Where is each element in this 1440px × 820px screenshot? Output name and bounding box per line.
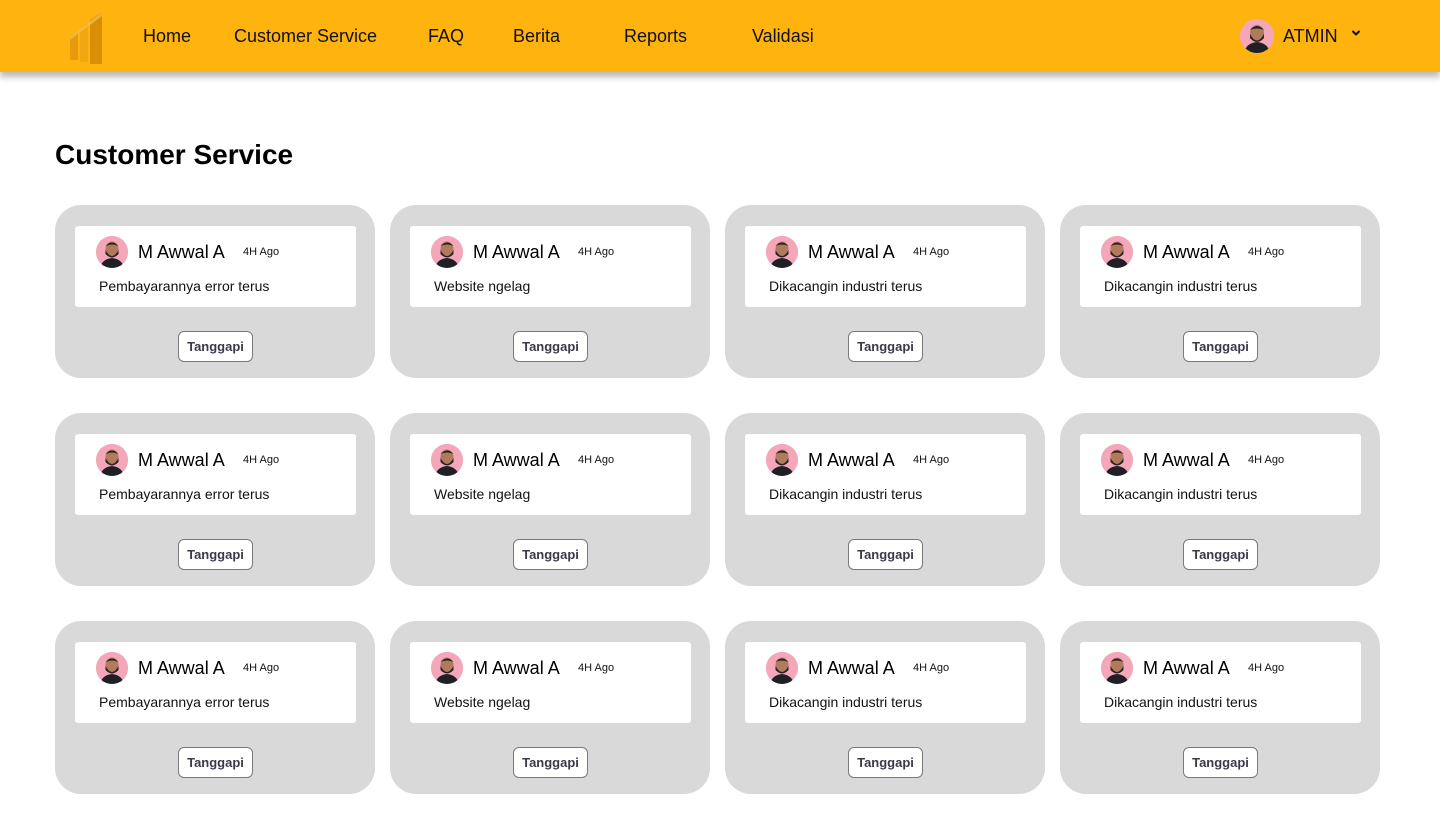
ticket-message: Dikacangin industri terus (1104, 278, 1258, 294)
tanggapi-button[interactable]: Tanggapi (513, 747, 588, 778)
author-avatar-icon (431, 652, 463, 684)
ticket-card: M Awwal A 4H Ago Pembayarannya error ter… (55, 413, 375, 586)
ticket-message: Dikacangin industri terus (769, 694, 923, 710)
ticket-message: Pembayarannya error terus (99, 278, 270, 294)
tanggapi-button[interactable]: Tanggapi (1183, 539, 1258, 570)
ticket-content: M Awwal A 4H Ago Website ngelag (410, 226, 691, 307)
bars-logo-icon[interactable] (68, 10, 106, 64)
user-menu[interactable]: ATMIN (1240, 19, 1370, 53)
tanggapi-button[interactable]: Tanggapi (848, 331, 923, 362)
ticket-time: 4H Ago (1248, 662, 1285, 674)
tanggapi-button[interactable]: Tanggapi (178, 747, 253, 778)
ticket-message: Dikacangin industri terus (769, 278, 923, 294)
ticket-time: 4H Ago (913, 454, 950, 466)
author-avatar-icon (96, 444, 128, 476)
ticket-author: M Awwal A (1143, 658, 1230, 678)
ticket-content: M Awwal A 4H Ago Dikacangin industri ter… (745, 642, 1026, 723)
ticket-time: 4H Ago (1248, 246, 1285, 258)
tanggapi-button[interactable]: Tanggapi (513, 331, 588, 362)
author-avatar-icon (96, 236, 128, 268)
ticket-card: M Awwal A 4H Ago Pembayarannya error ter… (55, 621, 375, 794)
tanggapi-button[interactable]: Tanggapi (848, 747, 923, 778)
ticket-card: M Awwal A 4H Ago Dikacangin industri ter… (1060, 621, 1380, 794)
ticket-message: Website ngelag (434, 486, 531, 502)
ticket-message: Dikacangin industri terus (1104, 486, 1258, 502)
ticket-content: M Awwal A 4H Ago Pembayarannya error ter… (75, 226, 356, 307)
tanggapi-button[interactable]: Tanggapi (178, 331, 253, 362)
ticket-time: 4H Ago (578, 246, 615, 258)
ticket-author: M Awwal A (473, 242, 560, 262)
nav-home[interactable]: Home (143, 25, 191, 47)
ticket-author: M Awwal A (808, 242, 895, 262)
page-title: Customer Service (55, 139, 294, 170)
ticket-time: 4H Ago (578, 454, 615, 466)
ticket-author: M Awwal A (1143, 242, 1230, 262)
ticket-author: M Awwal A (473, 658, 560, 678)
tanggapi-button[interactable]: Tanggapi (848, 539, 923, 570)
ticket-message: Pembayarannya error terus (99, 486, 270, 502)
ticket-message: Pembayarannya error terus (99, 694, 270, 710)
tanggapi-button[interactable]: Tanggapi (178, 539, 253, 570)
ticket-author: M Awwal A (138, 242, 225, 262)
ticket-card: M Awwal A 4H Ago Dikacangin industri ter… (725, 205, 1045, 378)
ticket-author: M Awwal A (138, 450, 225, 470)
ticket-card: M Awwal A 4H Ago Dikacangin industri ter… (1060, 413, 1380, 586)
ticket-card: M Awwal A 4H Ago Website ngelag Tanggapi (390, 205, 710, 378)
nav-customer-service[interactable]: Customer Service (234, 25, 377, 47)
chevron-down-icon[interactable] (1350, 27, 1362, 39)
tanggapi-button[interactable]: Tanggapi (513, 539, 588, 570)
nav-faq[interactable]: FAQ (428, 25, 464, 47)
ticket-time: 4H Ago (243, 454, 280, 466)
ticket-time: 4H Ago (578, 662, 615, 674)
author-avatar-icon (96, 652, 128, 684)
author-avatar-icon (1101, 236, 1133, 268)
ticket-time: 4H Ago (1248, 454, 1285, 466)
ticket-content: M Awwal A 4H Ago Dikacangin industri ter… (1080, 642, 1361, 723)
ticket-author: M Awwal A (808, 450, 895, 470)
ticket-content: M Awwal A 4H Ago Dikacangin industri ter… (1080, 434, 1361, 515)
user-name: ATMIN (1283, 26, 1338, 46)
ticket-author: M Awwal A (1143, 450, 1230, 470)
nav-berita[interactable]: Berita (513, 25, 560, 47)
author-avatar-icon (431, 236, 463, 268)
ticket-content: M Awwal A 4H Ago Dikacangin industri ter… (745, 226, 1026, 307)
top-navbar: Home Customer Service FAQ Berita Reports… (0, 0, 1440, 72)
ticket-card: M Awwal A 4H Ago Dikacangin industri ter… (725, 621, 1045, 794)
ticket-card: M Awwal A 4H Ago Pembayarannya error ter… (55, 205, 375, 378)
ticket-card: M Awwal A 4H Ago Dikacangin industri ter… (725, 413, 1045, 586)
ticket-content: M Awwal A 4H Ago Pembayarannya error ter… (75, 434, 356, 515)
ticket-card: M Awwal A 4H Ago Website ngelag Tanggapi (390, 413, 710, 586)
ticket-time: 4H Ago (913, 246, 950, 258)
author-avatar-icon (1101, 652, 1133, 684)
author-avatar-icon (766, 236, 798, 268)
ticket-message: Website ngelag (434, 694, 531, 710)
ticket-content: M Awwal A 4H Ago Dikacangin industri ter… (1080, 226, 1361, 307)
user-avatar-icon (1240, 19, 1274, 53)
ticket-content: M Awwal A 4H Ago Website ngelag (410, 434, 691, 515)
ticket-author: M Awwal A (473, 450, 560, 470)
nav-reports[interactable]: Reports (624, 25, 687, 47)
ticket-message: Website ngelag (434, 278, 531, 294)
ticket-content: M Awwal A 4H Ago Pembayarannya error ter… (75, 642, 356, 723)
tanggapi-button[interactable]: Tanggapi (1183, 331, 1258, 362)
author-avatar-icon (431, 444, 463, 476)
ticket-author: M Awwal A (808, 658, 895, 678)
tanggapi-button[interactable]: Tanggapi (1183, 747, 1258, 778)
ticket-message: Dikacangin industri terus (769, 486, 923, 502)
ticket-author: M Awwal A (138, 658, 225, 678)
ticket-card: M Awwal A 4H Ago Website ngelag Tanggapi (390, 621, 710, 794)
ticket-time: 4H Ago (913, 662, 950, 674)
ticket-content: M Awwal A 4H Ago Website ngelag (410, 642, 691, 723)
ticket-card: M Awwal A 4H Ago Dikacangin industri ter… (1060, 205, 1380, 378)
ticket-message: Dikacangin industri terus (1104, 694, 1258, 710)
author-avatar-icon (1101, 444, 1133, 476)
author-avatar-icon (766, 652, 798, 684)
ticket-time: 4H Ago (243, 246, 280, 258)
author-avatar-icon (766, 444, 798, 476)
nav-validasi[interactable]: Validasi (752, 25, 814, 47)
ticket-time: 4H Ago (243, 662, 280, 674)
ticket-content: M Awwal A 4H Ago Dikacangin industri ter… (745, 434, 1026, 515)
